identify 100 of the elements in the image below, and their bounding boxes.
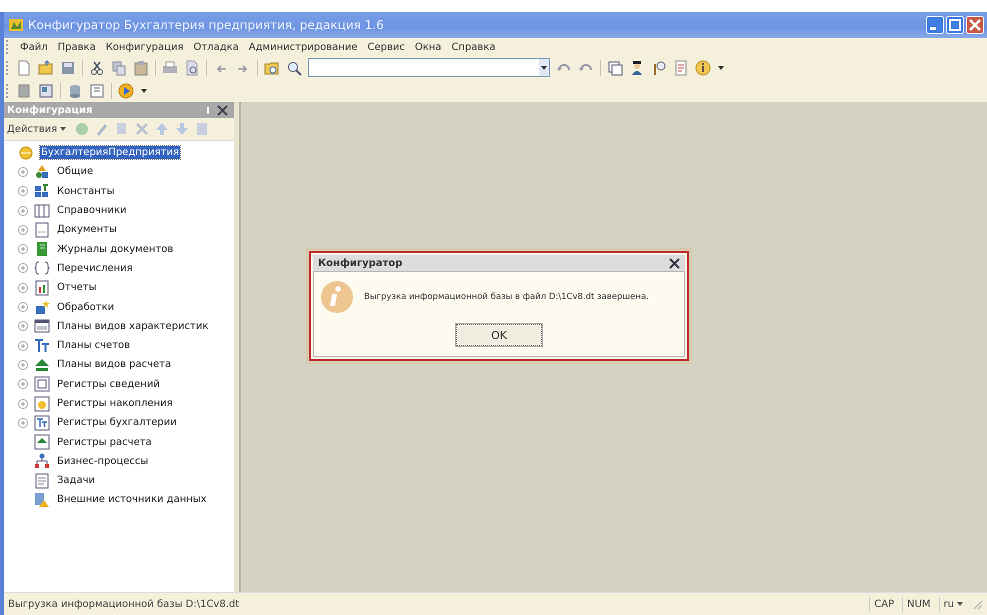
expand-icon[interactable] (18, 418, 28, 428)
tree-item[interactable]: Отчеты (56, 281, 98, 294)
add-icon[interactable] (74, 121, 90, 137)
expand-icon[interactable] (18, 224, 28, 235)
expand-icon[interactable] (18, 244, 28, 254)
tree-item[interactable]: Планы счетов (56, 339, 132, 352)
workflow-icon (34, 453, 50, 470)
table-icon[interactable] (38, 82, 54, 98)
menu-item[interactable]: Справка (451, 42, 496, 52)
processing-icon (34, 299, 50, 316)
resize-grip-icon (971, 598, 983, 610)
status-indicator[interactable]: ru (938, 596, 967, 612)
tree-item[interactable]: Регистры накопления (56, 397, 174, 410)
tree-item[interactable]: Регистры бухгалтерии (56, 416, 178, 430)
menu-item[interactable]: Сервис (367, 42, 405, 52)
move-down-icon[interactable] (174, 121, 190, 137)
tree-item[interactable]: Журналы документов (56, 242, 174, 256)
calculation-icon (34, 434, 50, 450)
tree-item[interactable]: Константы (56, 184, 116, 198)
dropdown-arrow-icon[interactable] (140, 86, 148, 94)
maximize-icon[interactable] (946, 16, 964, 34)
bar-chart-icon (34, 280, 50, 296)
tree-item[interactable]: Перечисления (56, 262, 134, 275)
register-icon (34, 376, 50, 392)
status-indicator: CAP (869, 596, 898, 612)
cut-icon[interactable] (89, 60, 105, 76)
expand-icon[interactable] (18, 398, 28, 408)
find-in-folder-icon[interactable] (264, 60, 280, 76)
delete-icon[interactable] (134, 121, 150, 137)
menu-item[interactable]: Файл (20, 42, 48, 52)
tree-item[interactable]: Бизнес-процессы (56, 454, 150, 468)
magnifier-icon[interactable] (651, 60, 667, 76)
expand-icon[interactable] (18, 186, 28, 196)
pyramid-icon (34, 356, 50, 373)
open-folder-icon[interactable] (38, 60, 54, 76)
status-text: Выгрузка информационной базы D:\1Cv8.dt (8, 598, 240, 610)
move-up-icon[interactable] (154, 121, 170, 137)
dialog-message: Выгрузка информационной базы в файл D:\1Cv8.dt завершена. (364, 292, 649, 302)
window-title: Конфигуратор Бухгалтерия предприятия, редакция 1.6 (28, 18, 385, 32)
paste-icon[interactable] (133, 60, 149, 76)
tree-item[interactable]: Планы видов характеристик (56, 320, 210, 333)
dialog-title: Конфигуратор (318, 258, 402, 268)
form-icon[interactable] (89, 82, 105, 98)
configuration-icon (18, 144, 34, 161)
table-icon (34, 202, 50, 219)
tree-item[interactable]: Планы видов расчета (56, 358, 172, 372)
status-indicator: NUM (902, 596, 935, 612)
expand-icon[interactable] (18, 379, 28, 390)
info-icon (320, 280, 354, 314)
tree-item[interactable]: Обработки (56, 300, 116, 314)
tt-letters-icon (34, 338, 50, 354)
caret-icon (957, 601, 963, 607)
user-icon[interactable] (629, 60, 645, 76)
search-icon[interactable] (286, 60, 302, 76)
tree-item[interactable]: Внешние источники данных (56, 493, 208, 506)
menu-item[interactable]: Администрирование (248, 42, 358, 52)
windows-icon[interactable] (607, 60, 623, 76)
dropdown-arrow-icon[interactable] (717, 64, 725, 72)
panel-title: Конфигурация (7, 104, 94, 116)
expand-icon[interactable] (18, 360, 28, 370)
menu-item[interactable]: Правка (58, 42, 96, 52)
print-icon[interactable] (162, 60, 178, 76)
ledger-icon (34, 414, 50, 431)
info-icon[interactable] (695, 60, 711, 76)
tree-item[interactable]: Общие (56, 165, 94, 178)
expand-icon[interactable] (18, 282, 28, 293)
coins-icon (34, 396, 50, 412)
tree-item[interactable]: Задачи (56, 474, 96, 488)
expand-icon[interactable] (18, 206, 28, 216)
tree-item[interactable]: Регистры расчета (56, 436, 153, 449)
minimize-icon[interactable] (926, 16, 944, 34)
checklist-icon (34, 472, 50, 489)
grid-icon (34, 183, 50, 200)
search-combo-field[interactable] (308, 58, 550, 77)
shapes-icon (34, 164, 50, 180)
braces-icon (34, 260, 50, 276)
save-icon[interactable] (60, 60, 76, 76)
expand-icon[interactable] (18, 340, 28, 351)
caret-icon (60, 126, 66, 132)
new-document-icon[interactable] (16, 60, 32, 76)
tree-item[interactable]: БухгалтерияПредприятия (40, 146, 180, 160)
close-icon[interactable] (669, 258, 680, 268)
menu-item[interactable]: Отладка (193, 42, 239, 52)
expand-icon[interactable] (18, 263, 28, 274)
calendar-icon (34, 318, 50, 334)
actions-menu-button[interactable]: Действия (7, 124, 66, 134)
tree-item[interactable]: Регистры сведений (56, 378, 161, 391)
expand-icon[interactable] (18, 166, 28, 177)
menu-item[interactable]: Окна (414, 42, 442, 52)
ok-button[interactable]: OK (456, 324, 542, 346)
database-icon[interactable] (67, 82, 83, 98)
print-preview-icon[interactable] (184, 60, 200, 76)
expand-icon[interactable] (18, 321, 28, 332)
run-icon[interactable] (118, 82, 134, 98)
tree-item[interactable]: Документы (56, 223, 118, 236)
menu-item[interactable]: Конфигурация (106, 42, 184, 52)
expand-icon[interactable] (18, 302, 28, 312)
close-icon[interactable] (217, 104, 228, 116)
app-logo-icon (8, 17, 24, 33)
tree-item[interactable]: Справочники (56, 204, 128, 218)
